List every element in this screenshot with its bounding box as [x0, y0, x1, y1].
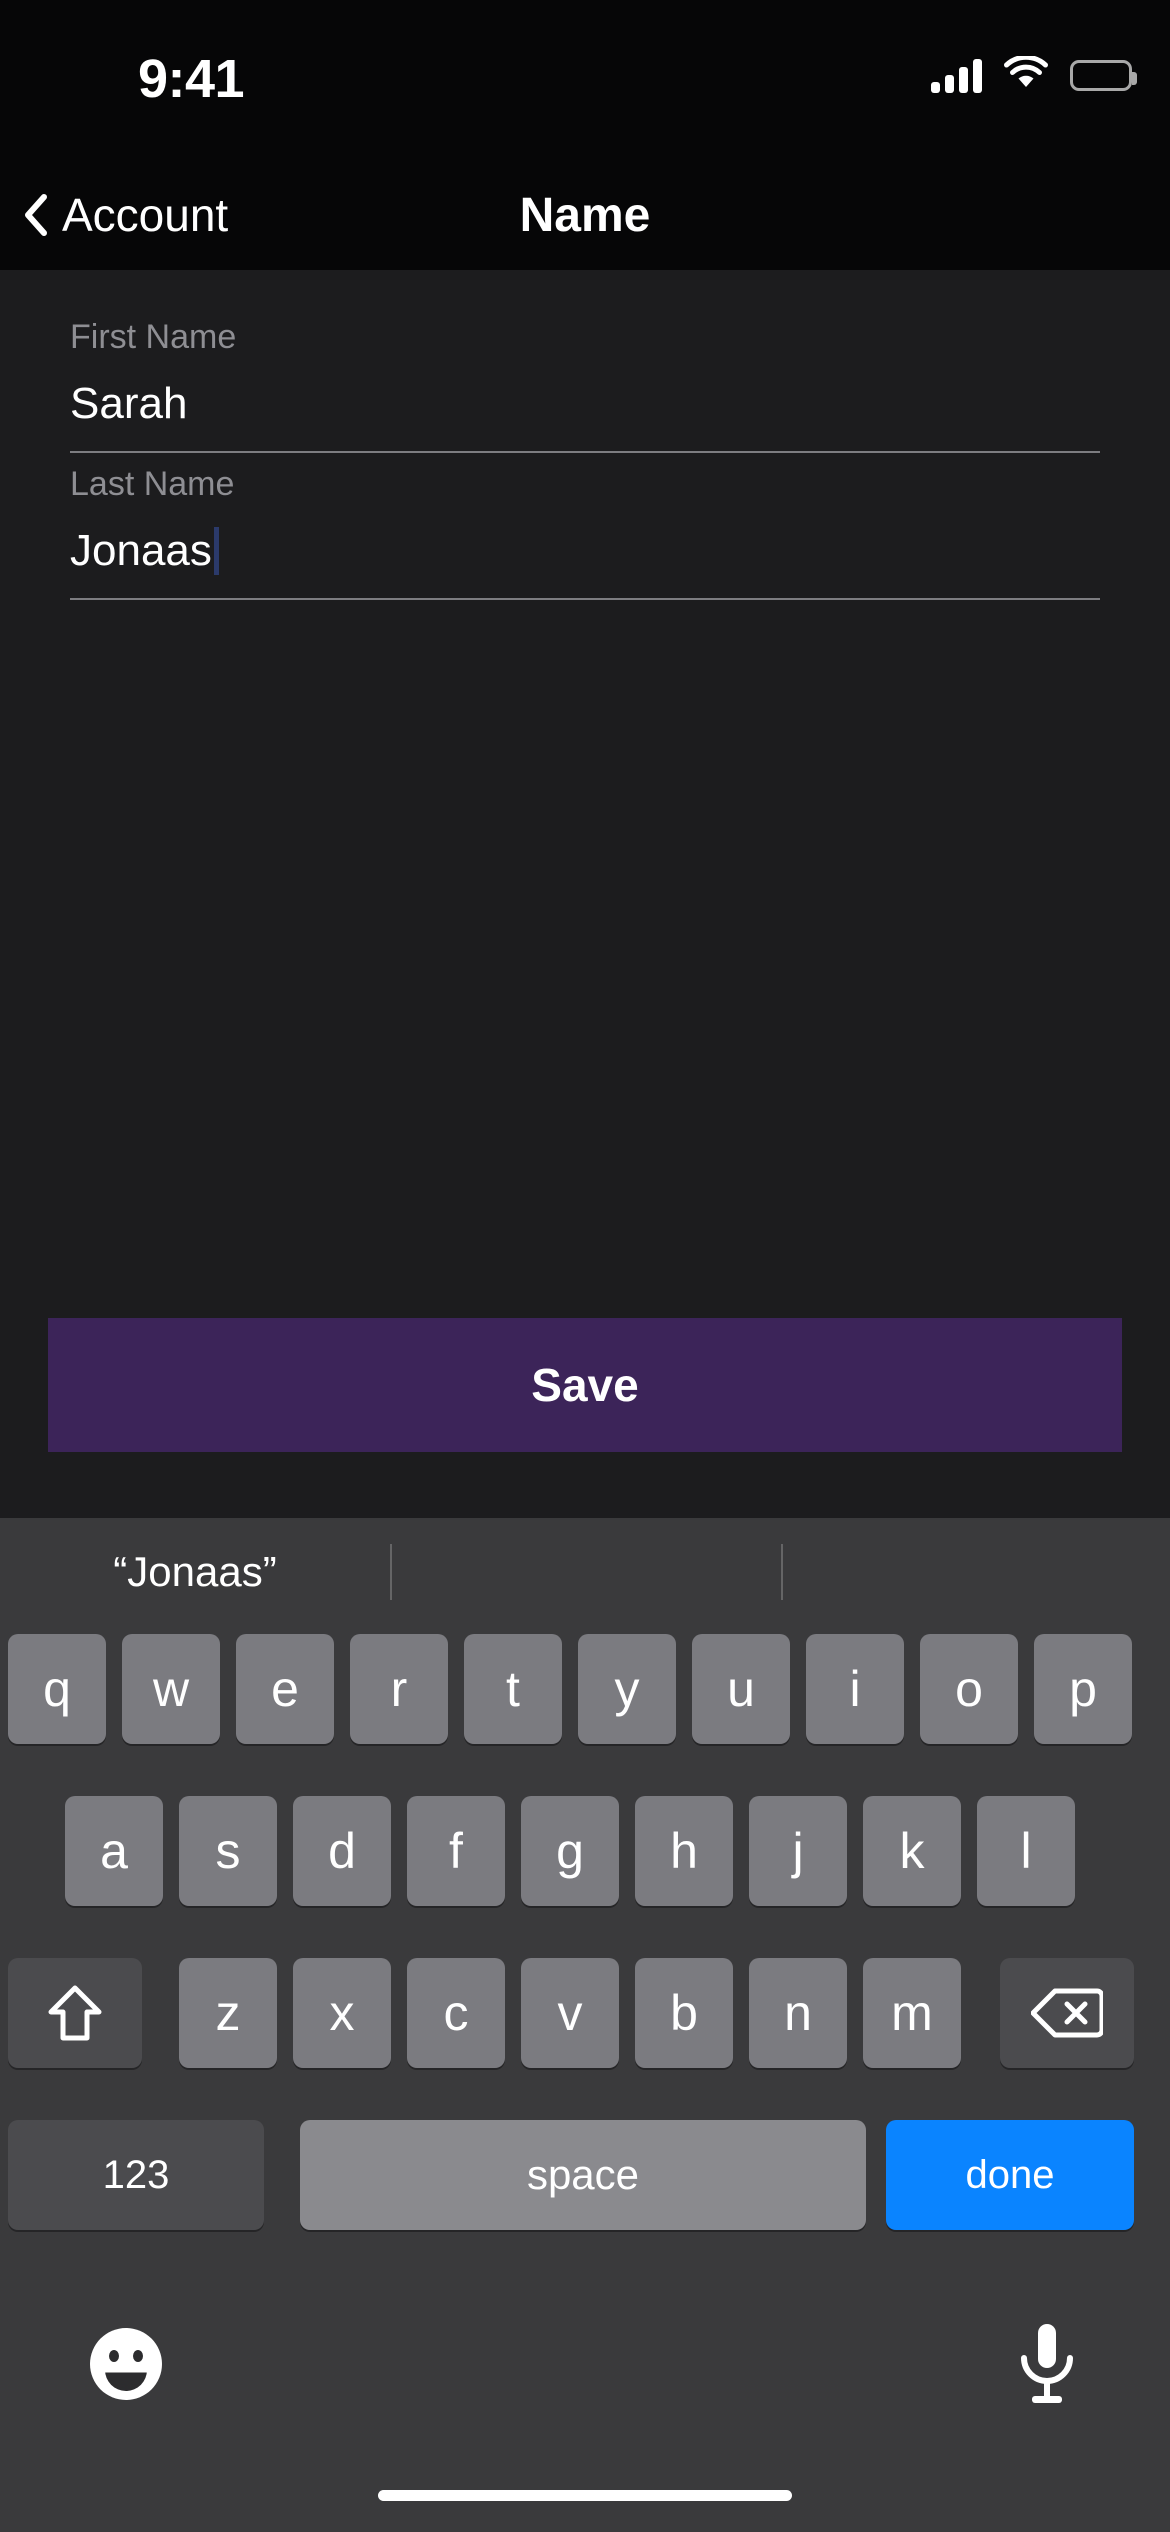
- first-name-value: Sarah: [70, 379, 188, 428]
- home-indicator-bar[interactable]: [378, 2490, 792, 2501]
- key-j[interactable]: j: [749, 1796, 847, 1906]
- numeric-key[interactable]: 123: [8, 2120, 264, 2230]
- done-key[interactable]: done: [886, 2120, 1134, 2230]
- key-f[interactable]: f: [407, 1796, 505, 1906]
- microphone-button[interactable]: [1012, 2320, 1082, 2410]
- key-i[interactable]: i: [806, 1634, 904, 1744]
- key-w[interactable]: w: [122, 1634, 220, 1744]
- battery-full-icon: [1070, 60, 1137, 91]
- keyboard-row-1: q w e r t y u i o p: [0, 1634, 1170, 1744]
- shift-up-arrow-icon: [47, 1982, 103, 2044]
- key-z[interactable]: z: [179, 1958, 277, 2068]
- suggestion-item[interactable]: “Jonaas”: [0, 1518, 390, 1626]
- form-content: First Name Sarah Last Name Jonaas Save: [0, 270, 1170, 1518]
- key-u[interactable]: u: [692, 1634, 790, 1744]
- key-v[interactable]: v: [521, 1958, 619, 2068]
- wifi-icon: [1004, 54, 1048, 95]
- key-s[interactable]: s: [179, 1796, 277, 1906]
- status-bar-icons: [931, 54, 1137, 95]
- first-name-label: First Name: [70, 318, 237, 356]
- suggestion-item[interactable]: [391, 1518, 781, 1626]
- key-p[interactable]: p: [1034, 1634, 1132, 1744]
- first-name-input[interactable]: Sarah: [70, 379, 1100, 429]
- shift-key[interactable]: [8, 1958, 142, 2068]
- text-cursor: [213, 527, 219, 575]
- key-x[interactable]: x: [293, 1958, 391, 2068]
- last-name-label: Last Name: [70, 465, 235, 503]
- cellular-signal-icon: [931, 58, 982, 93]
- key-h[interactable]: h: [635, 1796, 733, 1906]
- emoji-button[interactable]: [88, 2326, 164, 2402]
- microphone-icon: [1012, 2324, 1082, 2414]
- last-name-underline: [70, 598, 1100, 600]
- page-title: Name: [519, 188, 651, 242]
- key-q[interactable]: q: [8, 1634, 106, 1744]
- emoji-smiley-icon: [88, 2328, 164, 2406]
- key-b[interactable]: b: [635, 1958, 733, 2068]
- last-name-field-group: Last Name Jonaas: [70, 465, 1100, 600]
- on-screen-keyboard: “Jonaas” q w e r t y u i o p a s d f g h: [0, 1518, 1170, 2532]
- key-l[interactable]: l: [977, 1796, 1075, 1906]
- key-r[interactable]: r: [350, 1634, 448, 1744]
- first-name-underline: [70, 451, 1100, 453]
- last-name-input[interactable]: Jonaas: [70, 526, 1100, 576]
- key-t[interactable]: t: [464, 1634, 562, 1744]
- key-g[interactable]: g: [521, 1796, 619, 1906]
- save-button[interactable]: Save: [48, 1318, 1122, 1452]
- save-button-label: Save: [531, 1359, 639, 1411]
- key-d[interactable]: d: [293, 1796, 391, 1906]
- navigation-bar: Account Name: [0, 160, 1170, 270]
- keyboard-row-4: 123 space done: [0, 2120, 1170, 2230]
- phone-screen: 9:41 Account Name First Name Sarah Last …: [0, 0, 1170, 2532]
- key-y[interactable]: y: [578, 1634, 676, 1744]
- status-bar-time: 9:41: [138, 49, 245, 109]
- last-name-value: Jonaas: [70, 526, 212, 575]
- keyboard-suggestion-bar: “Jonaas”: [0, 1518, 1170, 1626]
- first-name-field-group: First Name Sarah: [70, 318, 1100, 453]
- key-o[interactable]: o: [920, 1634, 1018, 1744]
- space-key[interactable]: space: [300, 2120, 866, 2230]
- key-e[interactable]: e: [236, 1634, 334, 1744]
- key-k[interactable]: k: [863, 1796, 961, 1906]
- key-c[interactable]: c: [407, 1958, 505, 2068]
- keyboard-row-2: a s d f g h j k l: [0, 1796, 1170, 1906]
- suggestion-item[interactable]: [782, 1518, 1170, 1626]
- keyboard-row-3: z x c v b n m: [0, 1958, 1170, 2068]
- key-m[interactable]: m: [863, 1958, 961, 2068]
- backspace-key[interactable]: [1000, 1958, 1134, 2068]
- backspace-delete-icon: [1031, 1986, 1103, 2040]
- key-n[interactable]: n: [749, 1958, 847, 2068]
- key-a[interactable]: a: [65, 1796, 163, 1906]
- status-bar: 9:41: [0, 0, 1170, 160]
